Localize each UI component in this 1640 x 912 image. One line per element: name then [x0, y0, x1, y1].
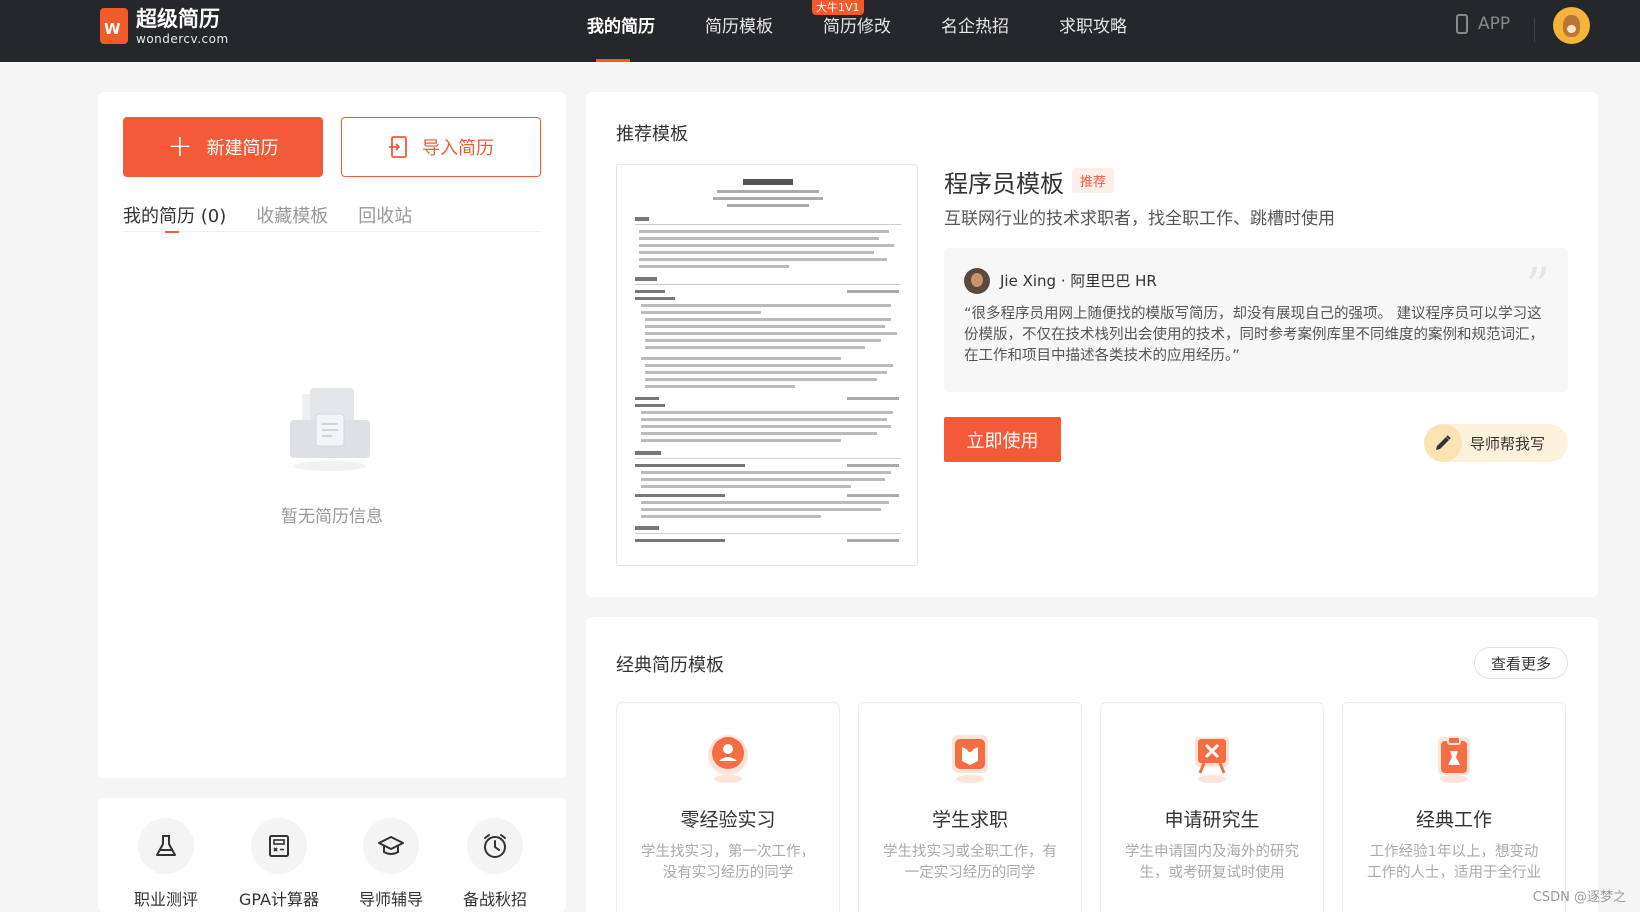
tool-gpa-calculator[interactable]: GPA计算器 [224, 818, 334, 910]
nav-my-resume[interactable]: 我的简历 [562, 0, 680, 62]
classic-templates-panel: 经典简历模板 查看更多 零经验实习 学生找实习，第一次工作，没有实习经历的同学 … [586, 617, 1598, 912]
resume-template-preview[interactable] [616, 164, 918, 566]
clipboard-icon [1426, 729, 1482, 785]
category-card-student-job[interactable]: 学生求职 学生找实习或全职工作，有一定实习经历的同学 [858, 702, 1082, 912]
template-title: 程序员模板 [944, 170, 1064, 198]
use-template-button[interactable]: 立即使用 [944, 417, 1061, 462]
empty-state-text: 暂无简历信息 [281, 507, 383, 527]
app-label: APP [1478, 14, 1511, 34]
category-name: 申请研究生 [1164, 809, 1260, 831]
quote-mark-icon: ” [1525, 258, 1550, 314]
empty-state-illustration [290, 388, 370, 471]
hr-avatar [964, 268, 990, 294]
category-name: 经典工作 [1415, 809, 1492, 831]
pencil-icon [1424, 424, 1462, 462]
category-description: 学生找实习，第一次工作，没有实习经历的同学 [641, 844, 815, 881]
site-logo[interactable]: W 超级简历 wondercv.com [100, 6, 229, 46]
new-resume-button[interactable]: + 新建简历 [123, 117, 323, 177]
resume-tabs: 我的简历 (0) 收藏模板 回收站 [123, 202, 541, 233]
nav-career-guides[interactable]: 求职攻略 [1034, 0, 1152, 62]
alarm-clock-icon [467, 818, 523, 874]
category-card-graduate-application[interactable]: 申请研究生 学生申请国内及海外的研究生，或考研复试时使用 [1100, 702, 1324, 912]
nav-company-jobs[interactable]: 名企热招 [916, 0, 1034, 62]
section-title: 推荐模板 [616, 124, 688, 145]
hr-name: Jie Xing · 阿里巴巴 HR [1000, 272, 1157, 290]
tool-mentor-coaching[interactable]: 导师辅导 [336, 818, 446, 910]
testimonial-text: “很多程序员用网上随便找的模版写简历，却没有展现自己的强项。 建议程序员可以学习… [964, 306, 1544, 364]
mentor-write-button[interactable]: 导师帮我写 [1424, 424, 1568, 462]
recommended-badge: 推荐 [1072, 168, 1115, 193]
tool-label: 导师辅导 [358, 890, 423, 909]
resume-preview-image [635, 179, 901, 542]
category-description: 学生申请国内及海外的研究生，或考研复试时使用 [1125, 844, 1299, 881]
plus-icon: + [167, 129, 193, 164]
category-description: 工作经验1年以上，想变动工作的人士，适用于全行业 [1367, 844, 1541, 881]
tool-autumn-recruitment[interactable]: 备战秋招 [440, 818, 550, 910]
tab-saved-templates[interactable]: 收藏模板 [256, 202, 328, 232]
import-icon [389, 136, 407, 158]
watermark: CSDN @逐梦之 [1532, 890, 1626, 905]
tab-my-resumes[interactable]: 我的简历 (0) [123, 202, 226, 233]
tab-recycle-bin[interactable]: 回收站 [358, 202, 412, 232]
section-title: 经典简历模板 [616, 655, 724, 676]
logo-domain: wondercv.com [136, 32, 229, 46]
view-more-button[interactable]: 查看更多 [1474, 647, 1568, 679]
nav-resume-templates[interactable]: 简历模板 [680, 0, 798, 62]
top-navigation-bar: W 超级简历 wondercv.com 我的简历 简历模板 简历修改 名企热招 … [0, 0, 1640, 62]
easel-icon [1184, 729, 1240, 785]
tools-panel: 职业测评 GPA计算器 导师辅导 备战秋招 [98, 798, 566, 912]
tool-career-assessment[interactable]: 职业测评 [111, 818, 221, 910]
header-divider [1534, 18, 1535, 42]
hr-testimonial: Jie Xing · 阿里巴巴 HR ” “很多程序员用网上随便找的模版写简历，… [944, 248, 1568, 392]
user-avatar[interactable] [1553, 7, 1590, 44]
logo-mark-icon: W [100, 8, 128, 44]
my-resumes-panel: + 新建简历 导入简历 我的简历 (0) 收藏模板 回收站 暂无简历信息 [98, 92, 566, 778]
import-resume-button[interactable]: 导入简历 [341, 117, 541, 177]
category-name: 零经验实习 [680, 809, 776, 831]
app-download-link[interactable]: APP [1456, 14, 1510, 34]
book-icon [942, 729, 998, 785]
category-name: 学生求职 [931, 809, 1008, 831]
tool-label: 备战秋招 [462, 890, 527, 909]
person-icon [700, 729, 756, 785]
flask-icon [138, 818, 194, 874]
category-description: 学生找实习或全职工作，有一定实习经历的同学 [883, 844, 1057, 881]
logo-title: 超级简历 [136, 7, 220, 31]
tool-label: 职业测评 [133, 890, 198, 909]
calculator-icon [251, 818, 307, 874]
category-card-classic-work[interactable]: 经典工作 工作经验1年以上，想变动工作的人士，适用于全行业 [1342, 702, 1566, 912]
phone-icon [1456, 14, 1468, 34]
nav-promo-badge: 大牛1V1 [812, 0, 864, 15]
category-card-no-experience[interactable]: 零经验实习 学生找实习，第一次工作，没有实习经历的同学 [616, 702, 840, 912]
template-description: 互联网行业的技术求职者，找全职工作、跳槽时使用 [944, 209, 1335, 229]
graduation-cap-icon [363, 818, 419, 874]
tool-label: GPA计算器 [239, 890, 319, 909]
recommended-template-panel: 推荐模板 程序员模板 推荐 互联网行业的技术求职者，找全职工作、跳槽时使用 Ji… [586, 92, 1598, 597]
